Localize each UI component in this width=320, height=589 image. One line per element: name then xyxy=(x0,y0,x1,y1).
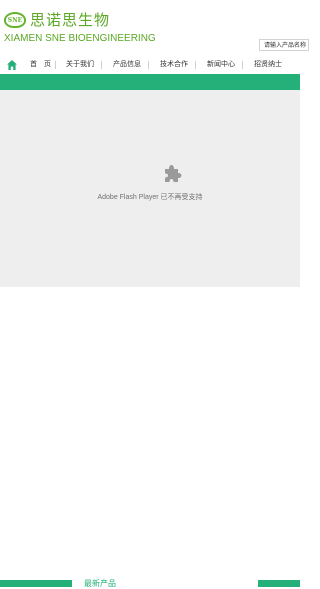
nav-divider xyxy=(55,61,56,69)
nav-item-tech-cooperation[interactable]: 技术合作 xyxy=(160,56,188,74)
main-nav: 首 页 关于我们 产品信息 技术合作 新闻中心 招贤纳士 xyxy=(0,56,300,75)
nav-divider xyxy=(101,61,102,69)
nav-item-products[interactable]: 产品信息 xyxy=(113,56,141,74)
logo-badge[interactable]: SNE xyxy=(4,12,26,28)
home-icon[interactable] xyxy=(6,59,18,71)
nav-item-home[interactable]: 首 页 xyxy=(30,56,51,74)
section-title[interactable]: 最新产品 xyxy=(84,579,116,589)
section-bar-right xyxy=(258,580,300,587)
nav-divider xyxy=(148,61,149,69)
plugin-icon xyxy=(165,165,182,182)
nav-divider xyxy=(242,61,243,69)
nav-item-news[interactable]: 新闻中心 xyxy=(207,56,235,74)
nav-item-about[interactable]: 关于我们 xyxy=(66,56,94,74)
logo-chinese-name[interactable]: 思诺思生物 xyxy=(30,9,110,30)
flash-unsupported-message: Adobe Flash Player 已不再受支持 xyxy=(97,194,203,201)
latest-products-section: 最新产品 xyxy=(0,287,300,588)
flash-banner-placeholder xyxy=(0,90,300,287)
site-header: SNE 思诺思生物 XIAMEN SNE BIOENGINEERING 请输入产… xyxy=(0,0,309,56)
search-input[interactable]: 请输入产品名称 xyxy=(259,39,309,51)
nav-divider xyxy=(195,61,196,69)
section-bar-left xyxy=(0,580,72,587)
banner-strip xyxy=(0,74,300,90)
logo-english-name[interactable]: XIAMEN SNE BIOENGINEERING xyxy=(4,33,156,44)
nav-item-careers[interactable]: 招贤纳士 xyxy=(254,56,282,74)
